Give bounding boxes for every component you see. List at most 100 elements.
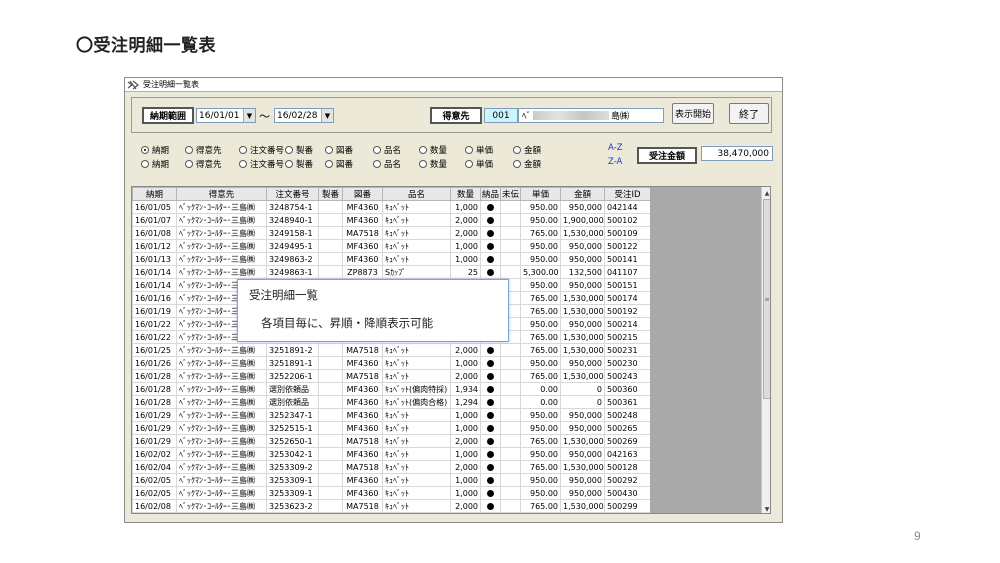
table-cell: [318, 499, 343, 513]
table-cell: 950,000: [560, 356, 605, 370]
callout-body: 各項目毎に、昇順・降順表示可能: [261, 316, 434, 330]
table-row[interactable]: 16/01/25 ﾍﾞｯｸﾏﾝ･ｺｰﾙﾀｰ･三島㈱ 3251891-2 MA7518 ｷ…: [132, 343, 651, 357]
table-row[interactable]: 16/01/29 ﾍﾞｯｸﾏﾝ･ｺｰﾙﾀｰ･三島㈱ 3252515-1 MF4360 ｷ…: [132, 421, 651, 435]
page-title: 〇受注明細一覧表: [76, 36, 216, 56]
column-header[interactable]: 未伝: [500, 187, 521, 201]
table-row[interactable]: 16/01/28 ﾍﾞｯｸﾏﾝ･ｺｰﾙﾀｰ･三島㈱ 選別依頼品 MF4360 ｷｭﾍﾞｯ…: [132, 382, 651, 396]
delivered-bullet-icon: [487, 203, 494, 211]
table-cell: MF4360: [342, 200, 383, 214]
sort-asc-item-radio[interactable]: 品名: [373, 144, 401, 156]
sort-asc-date-radio[interactable]: 納期: [141, 144, 169, 156]
table-cell: 500265: [604, 421, 651, 435]
scroll-up-icon[interactable]: ▲: [762, 188, 770, 198]
sort-desc-price-radio[interactable]: 単価: [465, 158, 493, 170]
column-header[interactable]: 受注ID: [604, 187, 651, 201]
table-row[interactable]: 16/01/08 ﾍﾞｯｸﾏﾝ･ｺｰﾙﾀｰ･三島㈱ 3249158-1 MA7518 ｷ…: [132, 226, 651, 240]
table-row[interactable]: 16/01/14 ﾍﾞｯｸﾏﾝ･ｺｰﾙﾀｰ･三島㈱ 3249863-1 ZP8873 S…: [132, 265, 651, 279]
sort-desc-order-no-radio[interactable]: 注文番号: [239, 158, 284, 170]
table-cell: 1,530,000: [560, 304, 605, 318]
sort-asc-order-no-radio[interactable]: 注文番号: [239, 144, 284, 156]
delivered-bullet-icon: [487, 463, 494, 471]
radio-icon: [285, 160, 293, 168]
customer-name-input[interactable]: ﾍﾞ 島㈱: [518, 108, 664, 123]
table-cell: 16/02/05: [132, 473, 177, 487]
table-cell: 500269: [604, 434, 651, 448]
table-cell: ｷｭﾍﾞｯﾄ: [382, 447, 451, 461]
table-row[interactable]: 16/02/05 ﾍﾞｯｸﾏﾝ･ｺｰﾙﾀｰ･三島㈱ 3253309-1 MF4360 ｷ…: [132, 486, 651, 500]
delivered-bullet-icon: [487, 346, 494, 354]
sort-asc-serial-radio[interactable]: 製番: [285, 144, 313, 156]
column-header[interactable]: 納期: [132, 187, 177, 201]
column-header[interactable]: 製番: [318, 187, 343, 201]
table-cell: 1,000: [450, 408, 481, 422]
table-row[interactable]: 16/01/05 ﾍﾞｯｸﾏﾝ･ｺｰﾙﾀｰ･三島㈱ 3248754-1 MF4360 ｷ…: [132, 200, 651, 214]
table-cell: MF4360: [342, 421, 383, 435]
chevron-down-icon[interactable]: ▼: [243, 109, 255, 122]
table-cell: 2,000: [450, 226, 481, 240]
table-cell: 500248: [604, 408, 651, 422]
column-header[interactable]: 数量: [450, 187, 481, 201]
table-cell: [480, 343, 501, 357]
table-cell: 500109: [604, 226, 651, 240]
table-cell: 16/01/16: [132, 291, 177, 305]
table-row[interactable]: 16/01/29 ﾍﾞｯｸﾏﾝ･ｺｰﾙﾀｰ･三島㈱ 3252347-1 MF4360 ｷ…: [132, 408, 651, 422]
table-cell: MF4360: [342, 486, 383, 500]
sort-asc-label: A-Z: [608, 143, 623, 153]
table-row[interactable]: 16/02/05 ﾍﾞｯｸﾏﾝ･ｺｰﾙﾀｰ･三島㈱ 3253309-1 MF4360 ｷ…: [132, 473, 651, 487]
table-cell: 950.00: [520, 408, 561, 422]
sort-desc-item-radio[interactable]: 品名: [373, 158, 401, 170]
table-cell: 500122: [604, 239, 651, 253]
vertical-scrollbar[interactable]: ▲ ≡ ▼: [761, 187, 770, 513]
table-row[interactable]: 16/01/12 ﾍﾞｯｸﾏﾝ･ｺｰﾙﾀｰ･三島㈱ 3249495-1 MF4360 ｷ…: [132, 239, 651, 253]
column-header[interactable]: 得意先: [176, 187, 267, 201]
sort-desc-qty-radio[interactable]: 数量: [419, 158, 447, 170]
table-row[interactable]: 16/01/29 ﾍﾞｯｸﾏﾝ･ｺｰﾙﾀｰ･三島㈱ 3252650-1 MA7518 ｷ…: [132, 434, 651, 448]
column-header[interactable]: 金額: [560, 187, 605, 201]
table-cell: ﾍﾞｯｸﾏﾝ･ｺｰﾙﾀｰ･三島㈱: [176, 239, 267, 253]
sort-asc-customer-radio[interactable]: 得意先: [185, 144, 222, 156]
window-titlebar[interactable]: 受注明細一覧表: [125, 78, 782, 92]
table-row[interactable]: 16/01/26 ﾍﾞｯｸﾏﾝ･ｺｰﾙﾀｰ･三島㈱ 3251891-1 MF4360 ｷ…: [132, 356, 651, 370]
table-row[interactable]: 16/01/07 ﾍﾞｯｸﾏﾝ･ｺｰﾙﾀｰ･三島㈱ 3248940-1 MF4360 ｷ…: [132, 213, 651, 227]
sort-desc-serial-radio[interactable]: 製番: [285, 158, 313, 170]
delivered-bullet-icon: [487, 450, 494, 458]
sort-desc-customer-radio[interactable]: 得意先: [185, 158, 222, 170]
table-row[interactable]: 16/01/28 ﾍﾞｯｸﾏﾝ･ｺｰﾙﾀｰ･三島㈱ 選別依頼品 MF4360 ｷｭﾍﾞｯ…: [132, 395, 651, 409]
table-row[interactable]: 16/01/13 ﾍﾞｯｸﾏﾝ･ｺｰﾙﾀｰ･三島㈱ 3249863-2 MF4360 ｷ…: [132, 252, 651, 266]
chevron-down-icon[interactable]: ▼: [321, 109, 333, 122]
sort-desc-drawing-radio[interactable]: 図番: [325, 158, 353, 170]
column-header[interactable]: 品名: [382, 187, 451, 201]
table-row[interactable]: 16/01/28 ﾍﾞｯｸﾏﾝ･ｺｰﾙﾀｰ･三島㈱ 3252206-1 MA7518 ｷ…: [132, 369, 651, 383]
table-row[interactable]: 16/02/08 ﾍﾞｯｸﾏﾝ･ｺｰﾙﾀｰ･三島㈱ 3253623-2 MA7518 ｷ…: [132, 499, 651, 513]
column-header[interactable]: 注文番号: [266, 187, 319, 201]
scroll-down-icon[interactable]: ▼: [762, 504, 770, 513]
table-cell: 16/01/08: [132, 226, 177, 240]
delivered-bullet-icon: [487, 489, 494, 497]
column-header[interactable]: 図番: [342, 187, 383, 201]
order-grid[interactable]: 納期 得意先 注文番号 製番 図番 品名 数量 納品 未伝 単価 金額 受注ID 16/01/05 ﾍﾞ…: [131, 186, 771, 514]
radio-icon: [513, 146, 521, 154]
table-cell: ｷｭﾍﾞｯﾄ: [382, 408, 451, 422]
table-row[interactable]: 16/02/02 ﾍﾞｯｸﾏﾝ･ｺｰﾙﾀｰ･三島㈱ 3253042-1 MF4360 ｷ…: [132, 447, 651, 461]
column-header[interactable]: 単価: [520, 187, 561, 201]
table-cell: 500174: [604, 291, 651, 305]
table-row[interactable]: 16/02/04 ﾍﾞｯｸﾏﾝ･ｺｰﾙﾀｰ･三島㈱ 3253309-2 MA7518 ｷ…: [132, 460, 651, 474]
date-from-select[interactable]: 16/01/01 ▼: [196, 108, 256, 123]
exit-button[interactable]: 終了: [729, 103, 769, 124]
table-cell: ﾍﾞｯｸﾏﾝ･ｺｰﾙﾀｰ･三島㈱: [176, 499, 267, 513]
scroll-thumb[interactable]: ≡: [763, 199, 770, 399]
sort-desc-amount-radio[interactable]: 金額: [513, 158, 541, 170]
sort-desc-date-radio[interactable]: 納期: [141, 158, 169, 170]
sort-asc-price-radio[interactable]: 単価: [465, 144, 493, 156]
column-header[interactable]: 納品: [480, 187, 501, 201]
date-to-select[interactable]: 16/02/28 ▼: [274, 108, 334, 123]
sort-asc-qty-radio[interactable]: 数量: [419, 144, 447, 156]
sort-asc-amount-radio[interactable]: 金額: [513, 144, 541, 156]
table-cell: 16/01/28: [132, 395, 177, 409]
table-cell: 1,530,000: [560, 369, 605, 383]
range-separator: ～: [259, 110, 270, 123]
customer-code-input[interactable]: 001: [484, 108, 518, 123]
show-start-button[interactable]: 表示開始: [672, 103, 714, 124]
table-cell: MA7518: [342, 460, 383, 474]
sort-asc-drawing-radio[interactable]: 図番: [325, 144, 353, 156]
